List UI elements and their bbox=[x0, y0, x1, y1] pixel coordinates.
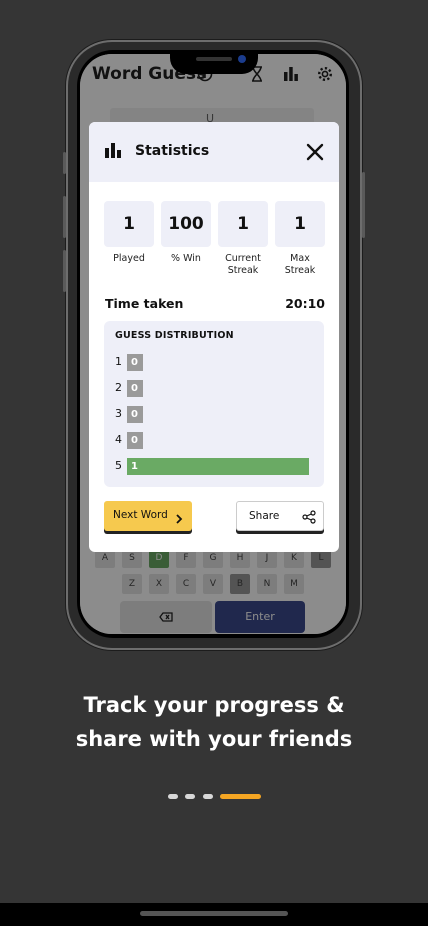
distribution-bar: 0 bbox=[127, 406, 143, 423]
close-icon[interactable] bbox=[305, 142, 325, 162]
distribution-bar: 0 bbox=[127, 432, 143, 449]
distribution-title: GUESS DISTRIBUTION bbox=[115, 330, 234, 341]
distribution-guess-number: 4 bbox=[115, 433, 122, 446]
home-indicator[interactable] bbox=[140, 911, 288, 916]
distribution-row: 3 0 bbox=[115, 406, 315, 423]
stat-played-label: Played bbox=[113, 253, 145, 264]
pager-dot[interactable] bbox=[168, 794, 178, 799]
statistics-modal: Statistics 1 100 1 1 Played % Win Curren… bbox=[89, 122, 339, 552]
stat-max-streak-label: Max Streak bbox=[284, 253, 316, 276]
pager-dot[interactable] bbox=[185, 794, 195, 799]
phone-notch bbox=[170, 50, 258, 74]
phone-mute-switch bbox=[63, 152, 66, 174]
chevron-right-icon bbox=[174, 510, 184, 529]
phone-volume-up bbox=[63, 196, 66, 238]
onboarding-caption: Track your progress & share with your fr… bbox=[0, 688, 428, 756]
pager-dot-active[interactable] bbox=[220, 794, 261, 799]
stat-current-streak-value: 1 bbox=[218, 201, 268, 247]
distribution-row: 5 1 bbox=[115, 458, 315, 475]
share-icon bbox=[302, 509, 316, 528]
phone-power-button bbox=[362, 172, 365, 238]
next-word-button[interactable]: Next Word bbox=[104, 501, 192, 531]
distribution-row: 1 0 bbox=[115, 354, 315, 371]
stat-win-label: % Win bbox=[171, 253, 201, 264]
phone-volume-down bbox=[63, 250, 66, 292]
stat-played-value: 1 bbox=[104, 201, 154, 247]
distribution-bar: 1 bbox=[127, 458, 309, 475]
modal-header: Statistics bbox=[89, 122, 339, 182]
share-button[interactable]: Share bbox=[236, 501, 324, 531]
bar-chart-icon bbox=[105, 143, 121, 158]
stat-max-streak-value: 1 bbox=[275, 201, 325, 247]
time-taken-label: Time taken bbox=[105, 296, 184, 311]
distribution-guess-number: 5 bbox=[115, 459, 122, 472]
modal-title: Statistics bbox=[135, 143, 210, 159]
guess-distribution: GUESS DISTRIBUTION 1 0 2 0 3 0 4 0 5 1 bbox=[104, 321, 324, 487]
distribution-bar: 0 bbox=[127, 380, 143, 397]
distribution-bar: 0 bbox=[127, 354, 143, 371]
phone-camera bbox=[238, 55, 246, 63]
pager-dot[interactable] bbox=[203, 794, 213, 799]
stat-win-value: 100 bbox=[161, 201, 211, 247]
caption-line-2: share with your friends bbox=[75, 727, 353, 751]
phone-speaker bbox=[196, 57, 232, 61]
distribution-guess-number: 2 bbox=[115, 381, 122, 394]
time-taken-value: 20:10 bbox=[285, 296, 325, 311]
distribution-guess-number: 1 bbox=[115, 355, 122, 368]
distribution-row: 2 0 bbox=[115, 380, 315, 397]
share-label: Share bbox=[249, 510, 280, 522]
distribution-row: 4 0 bbox=[115, 432, 315, 449]
stat-current-streak-label: Current Streak bbox=[225, 253, 261, 276]
next-word-label: Next Word bbox=[113, 509, 168, 521]
distribution-guess-number: 3 bbox=[115, 407, 122, 420]
caption-line-1: Track your progress & bbox=[83, 693, 345, 717]
